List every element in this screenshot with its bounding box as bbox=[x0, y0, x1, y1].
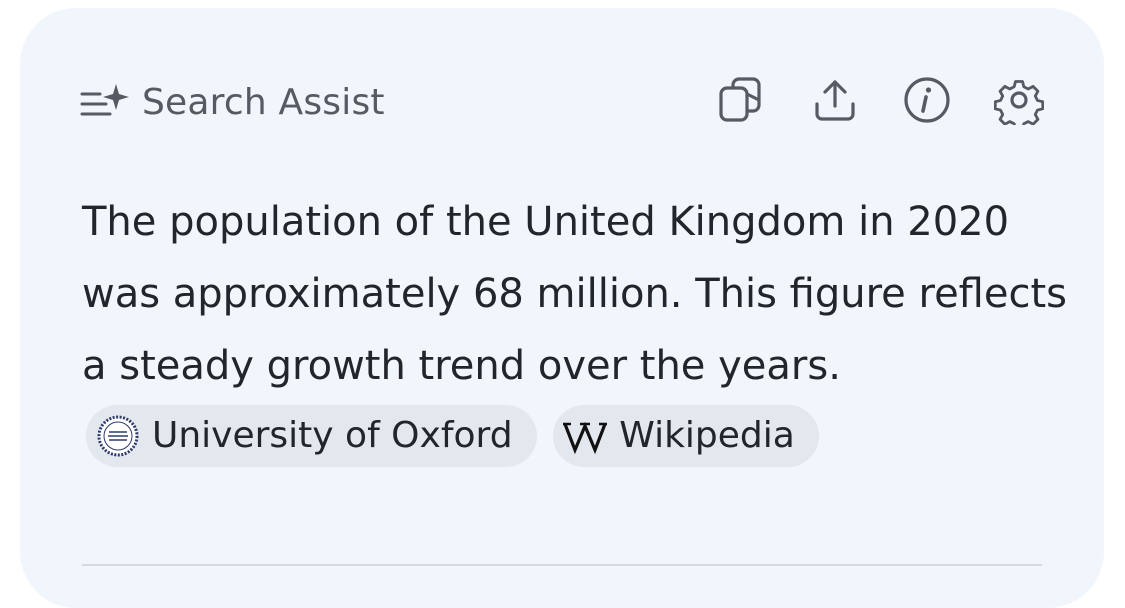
wikipedia-w-icon bbox=[563, 414, 608, 458]
source-label: University of Oxford bbox=[152, 415, 513, 456]
search-assist-header: Search Assist bbox=[80, 78, 385, 126]
panel-title: Search Assist bbox=[142, 81, 385, 123]
toolbar bbox=[714, 74, 1048, 131]
answer-body: The population of the United Kingdom in … bbox=[82, 199, 1067, 389]
copy-icon bbox=[717, 76, 769, 128]
share-button[interactable] bbox=[806, 74, 864, 130]
source-chip-oxford[interactable]: University of Oxford bbox=[86, 405, 537, 467]
info-button[interactable] bbox=[898, 74, 956, 130]
settings-icon bbox=[993, 75, 1045, 131]
info-icon bbox=[902, 75, 952, 129]
source-chip-wikipedia[interactable]: Wikipedia bbox=[553, 405, 819, 467]
share-icon bbox=[811, 76, 859, 128]
oxford-migration-observatory-logo bbox=[96, 414, 140, 458]
answer-text: The population of the United Kingdom in … bbox=[82, 186, 1072, 474]
copy-button[interactable] bbox=[714, 74, 772, 130]
search-assist-card: Search Assist The population of the Unit… bbox=[20, 8, 1104, 608]
sparkle-list-icon bbox=[80, 82, 132, 122]
source-label: Wikipedia bbox=[619, 415, 795, 456]
settings-button[interactable] bbox=[990, 74, 1048, 131]
